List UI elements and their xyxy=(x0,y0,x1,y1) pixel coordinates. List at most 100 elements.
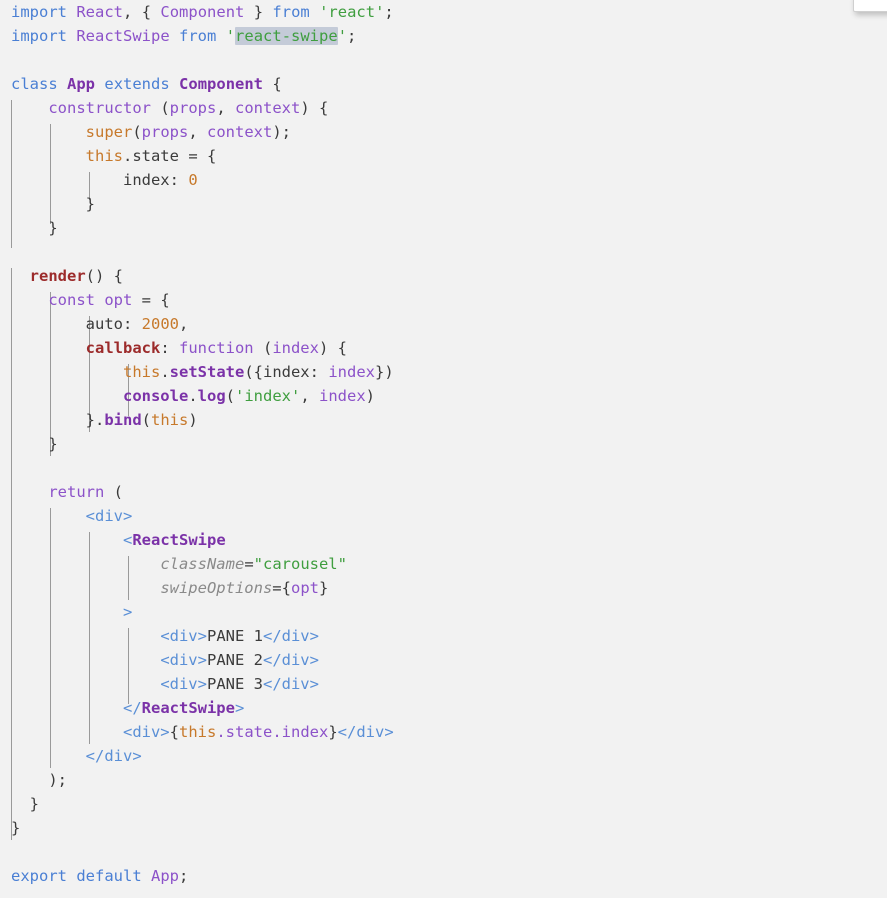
code-token: bind xyxy=(104,411,142,429)
code-line[interactable] xyxy=(0,456,887,480)
code-token: } xyxy=(29,795,40,813)
code-token: </div> xyxy=(85,747,142,765)
code-line[interactable] xyxy=(0,840,887,864)
code-line[interactable]: import React, { Component } from 'react'… xyxy=(0,0,887,24)
code-token: { xyxy=(169,723,179,741)
code-line[interactable]: } xyxy=(0,816,887,840)
code-line[interactable]: console.log('index', index) xyxy=(0,384,887,408)
code-line[interactable]: const opt = { xyxy=(0,288,887,312)
code-token: ReactSwipe xyxy=(132,531,226,549)
code-line[interactable]: } xyxy=(0,432,887,456)
code-line[interactable]: swipeOptions={opt} xyxy=(0,576,887,600)
code-token: this xyxy=(122,363,161,381)
code-line[interactable]: <div>PANE 1</div> xyxy=(0,624,887,648)
code-line[interactable]: ); xyxy=(0,768,887,792)
code-line[interactable]: auto: 2000, xyxy=(0,312,887,336)
code-token: 'react' xyxy=(319,3,385,21)
code-token: = { xyxy=(178,147,217,165)
code-token: index xyxy=(328,363,375,381)
code-line[interactable]: class App extends Component { xyxy=(0,72,887,96)
code-token: ' xyxy=(225,27,236,45)
code-token: <div> xyxy=(122,723,170,741)
code-token: ( xyxy=(141,411,151,429)
code-token: Component xyxy=(160,3,245,21)
code-token: default xyxy=(76,867,142,885)
code-line[interactable]: }.bind(this) xyxy=(0,408,887,432)
code-editor-surface[interactable]: import React, { Component } from 'react'… xyxy=(0,0,887,898)
code-token: import xyxy=(11,3,67,21)
code-line[interactable]: <ReactSwipe xyxy=(0,528,887,552)
code-line[interactable]: <div> xyxy=(0,504,887,528)
code-token: ( xyxy=(132,123,142,141)
code-line[interactable]: </div> xyxy=(0,744,887,768)
code-line[interactable]: className="carousel" xyxy=(0,552,887,576)
code-token: ; xyxy=(347,27,357,45)
code-line[interactable]: } xyxy=(0,216,887,240)
code-line[interactable]: } xyxy=(0,192,887,216)
code-token: </div> xyxy=(262,651,319,669)
code-token: extends xyxy=(104,75,170,93)
code-line[interactable]: > xyxy=(0,600,887,624)
code-token: this xyxy=(85,147,123,165)
code-line[interactable]: <div>{this.state.index}</div> xyxy=(0,720,887,744)
code-line[interactable]: super(props, context); xyxy=(0,120,887,144)
code-line[interactable]: callback: function (index) { xyxy=(0,336,887,360)
code-token: > xyxy=(122,603,133,621)
code-token: { xyxy=(263,75,282,93)
code-line[interactable]: </ReactSwipe> xyxy=(0,696,887,720)
code-token: ); xyxy=(272,123,292,141)
code-line[interactable]: import ReactSwipe from 'react-swipe'; xyxy=(0,24,887,48)
code-token: } xyxy=(328,723,338,741)
code-token: </ xyxy=(122,699,142,717)
code-token: : xyxy=(122,315,142,333)
code-line[interactable]: } xyxy=(0,792,887,816)
code-line[interactable] xyxy=(0,240,887,264)
code-token: this xyxy=(151,411,189,429)
code-token: .state xyxy=(122,147,179,165)
code-line[interactable]: <div>PANE 3</div> xyxy=(0,672,887,696)
code-token: ReactSwipe xyxy=(141,699,235,717)
code-token: , xyxy=(300,387,319,405)
code-token: export xyxy=(11,867,67,885)
code-token: () { xyxy=(85,267,123,285)
floating-popup-fragment[interactable] xyxy=(853,0,887,12)
code-token: React xyxy=(76,3,124,21)
code-line[interactable]: this.state = { xyxy=(0,144,887,168)
code-token: . xyxy=(188,387,198,405)
code-line[interactable]: <div>PANE 2</div> xyxy=(0,648,887,672)
code-token: App xyxy=(151,867,180,885)
code-line[interactable] xyxy=(0,48,887,72)
code-token: <div> xyxy=(160,627,207,645)
code-token: ; xyxy=(384,3,394,21)
code-token: }. xyxy=(85,411,105,429)
code-line[interactable]: constructor (props, context) { xyxy=(0,96,887,120)
code-token: = xyxy=(272,579,282,597)
code-token: PANE 1 xyxy=(206,627,263,645)
code-token: ); xyxy=(48,771,67,789)
code-line[interactable]: index: 0 xyxy=(0,168,887,192)
code-line[interactable]: export default App; xyxy=(0,864,887,888)
code-token: log xyxy=(197,387,226,405)
code-token: ) { xyxy=(300,99,329,117)
code-line[interactable]: render() { xyxy=(0,264,887,288)
code-content[interactable]: import React, { Component } from 'react'… xyxy=(0,0,887,888)
code-line[interactable]: return ( xyxy=(0,480,887,504)
code-token: <div> xyxy=(85,507,133,525)
code-line[interactable]: this.setState({index: index}) xyxy=(0,360,887,384)
code-token: ( xyxy=(150,99,170,117)
code-token: class xyxy=(11,75,58,93)
